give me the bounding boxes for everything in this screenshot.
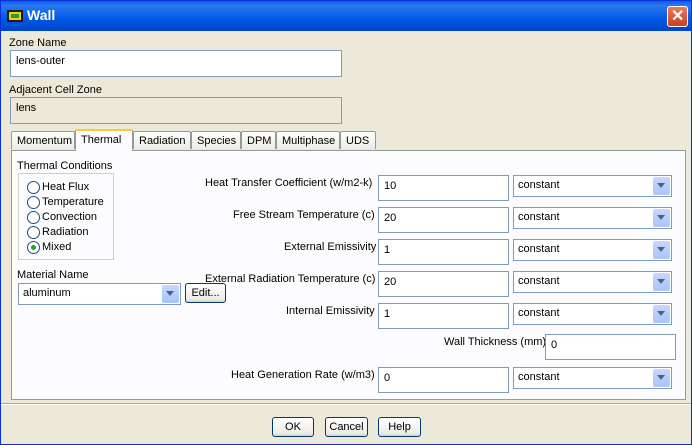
radio-mixed-label[interactable]: Mixed — [42, 241, 71, 253]
help-button[interactable]: Help — [378, 417, 421, 437]
free-stream-temperature-method-value: constant — [518, 211, 560, 223]
tab-dpm[interactable]: DPM — [241, 131, 276, 149]
adjacent-cell-zone-field: lens — [10, 97, 342, 124]
tab-uds[interactable]: UDS — [340, 131, 376, 149]
tab-species[interactable]: Species — [191, 131, 241, 149]
zone-name-input[interactable]: lens-outer — [10, 50, 342, 77]
wall-thickness-input[interactable]: 0 — [545, 334, 676, 360]
free-stream-temperature-method[interactable]: constant — [513, 207, 672, 229]
radio-radiation-label[interactable]: Radiation — [42, 226, 88, 238]
thermal-conditions-label: Thermal Conditions — [17, 160, 113, 172]
heat-transfer-coefficient-label: Heat Transfer Coefficient (w/m2-k) — [205, 177, 373, 189]
tab-radiation[interactable]: Radiation — [133, 131, 191, 149]
zone-name-label: Zone Name — [9, 37, 67, 49]
footer-divider — [1, 403, 691, 405]
radio-temperature[interactable] — [27, 196, 40, 209]
chevron-down-icon[interactable] — [162, 285, 179, 303]
title-bar[interactable]: Wall ✕ — [1, 1, 691, 31]
adjacent-cell-zone-label: Adjacent Cell Zone — [9, 84, 102, 96]
chevron-down-icon[interactable] — [653, 209, 670, 227]
radio-convection[interactable] — [27, 211, 40, 224]
chevron-down-icon[interactable] — [653, 305, 670, 323]
material-name-dropdown[interactable]: aluminum — [18, 283, 181, 305]
internal-emissivity-method[interactable]: constant — [513, 303, 672, 325]
radio-heat-flux[interactable] — [27, 181, 40, 194]
internal-emissivity-input[interactable]: 1 — [378, 303, 509, 329]
heat-generation-rate-input[interactable]: 0 — [378, 367, 509, 393]
radio-mixed[interactable] — [27, 241, 40, 254]
close-icon: ✕ — [671, 8, 685, 25]
heat-transfer-coefficient-input[interactable]: 10 — [378, 175, 509, 201]
heat-generation-rate-method-value: constant — [518, 371, 560, 383]
chevron-down-icon[interactable] — [653, 369, 670, 387]
radio-temperature-label[interactable]: Temperature — [42, 196, 104, 208]
wall-thickness-label: Wall Thickness (mm) — [444, 336, 547, 348]
external-radiation-temperature-label: External Radiation Temperature (c) — [205, 273, 376, 285]
cancel-button[interactable]: Cancel — [325, 417, 368, 437]
external-emissivity-label: External Emissivity — [284, 241, 377, 253]
material-name-label: Material Name — [17, 269, 89, 281]
tab-multiphase[interactable]: Multiphase — [276, 131, 340, 149]
heat-generation-rate-method[interactable]: constant — [513, 367, 672, 389]
window-title: Wall — [27, 7, 56, 23]
ok-button[interactable]: OK — [272, 417, 314, 437]
radio-convection-label[interactable]: Convection — [42, 211, 97, 223]
heat-transfer-coefficient-method-value: constant — [518, 179, 560, 191]
close-button[interactable]: ✕ — [667, 6, 688, 27]
heat-generation-rate-label: Heat Generation Rate (w/m3) — [231, 369, 375, 381]
heat-transfer-coefficient-method[interactable]: constant — [513, 175, 672, 197]
chevron-down-icon[interactable] — [653, 273, 670, 291]
fluent-app-icon — [7, 10, 23, 22]
radio-radiation[interactable] — [27, 226, 40, 239]
external-emissivity-method-value: constant — [518, 243, 560, 255]
tab-momentum[interactable]: Momentum — [11, 131, 75, 149]
radio-heat-flux-label[interactable]: Heat Flux — [42, 181, 89, 193]
external-emissivity-method[interactable]: constant — [513, 239, 672, 261]
tab-thermal[interactable]: Thermal — [75, 129, 133, 151]
internal-emissivity-label: Internal Emissivity — [286, 305, 375, 317]
wall-dialog: Wall ✕ Zone Name lens-outer Adjacent Cel… — [0, 0, 692, 445]
chevron-down-icon[interactable] — [653, 177, 670, 195]
material-name-value: aluminum — [23, 287, 71, 299]
external-radiation-temperature-input[interactable]: 20 — [378, 271, 509, 297]
chevron-down-icon[interactable] — [653, 241, 670, 259]
free-stream-temperature-input[interactable]: 20 — [378, 207, 509, 233]
external-radiation-temperature-method-value: constant — [518, 275, 560, 287]
external-emissivity-input[interactable]: 1 — [378, 239, 509, 265]
free-stream-temperature-label: Free Stream Temperature (c) — [233, 209, 375, 221]
internal-emissivity-method-value: constant — [518, 307, 560, 319]
external-radiation-temperature-method[interactable]: constant — [513, 271, 672, 293]
edit-material-button[interactable]: Edit... — [185, 283, 226, 303]
